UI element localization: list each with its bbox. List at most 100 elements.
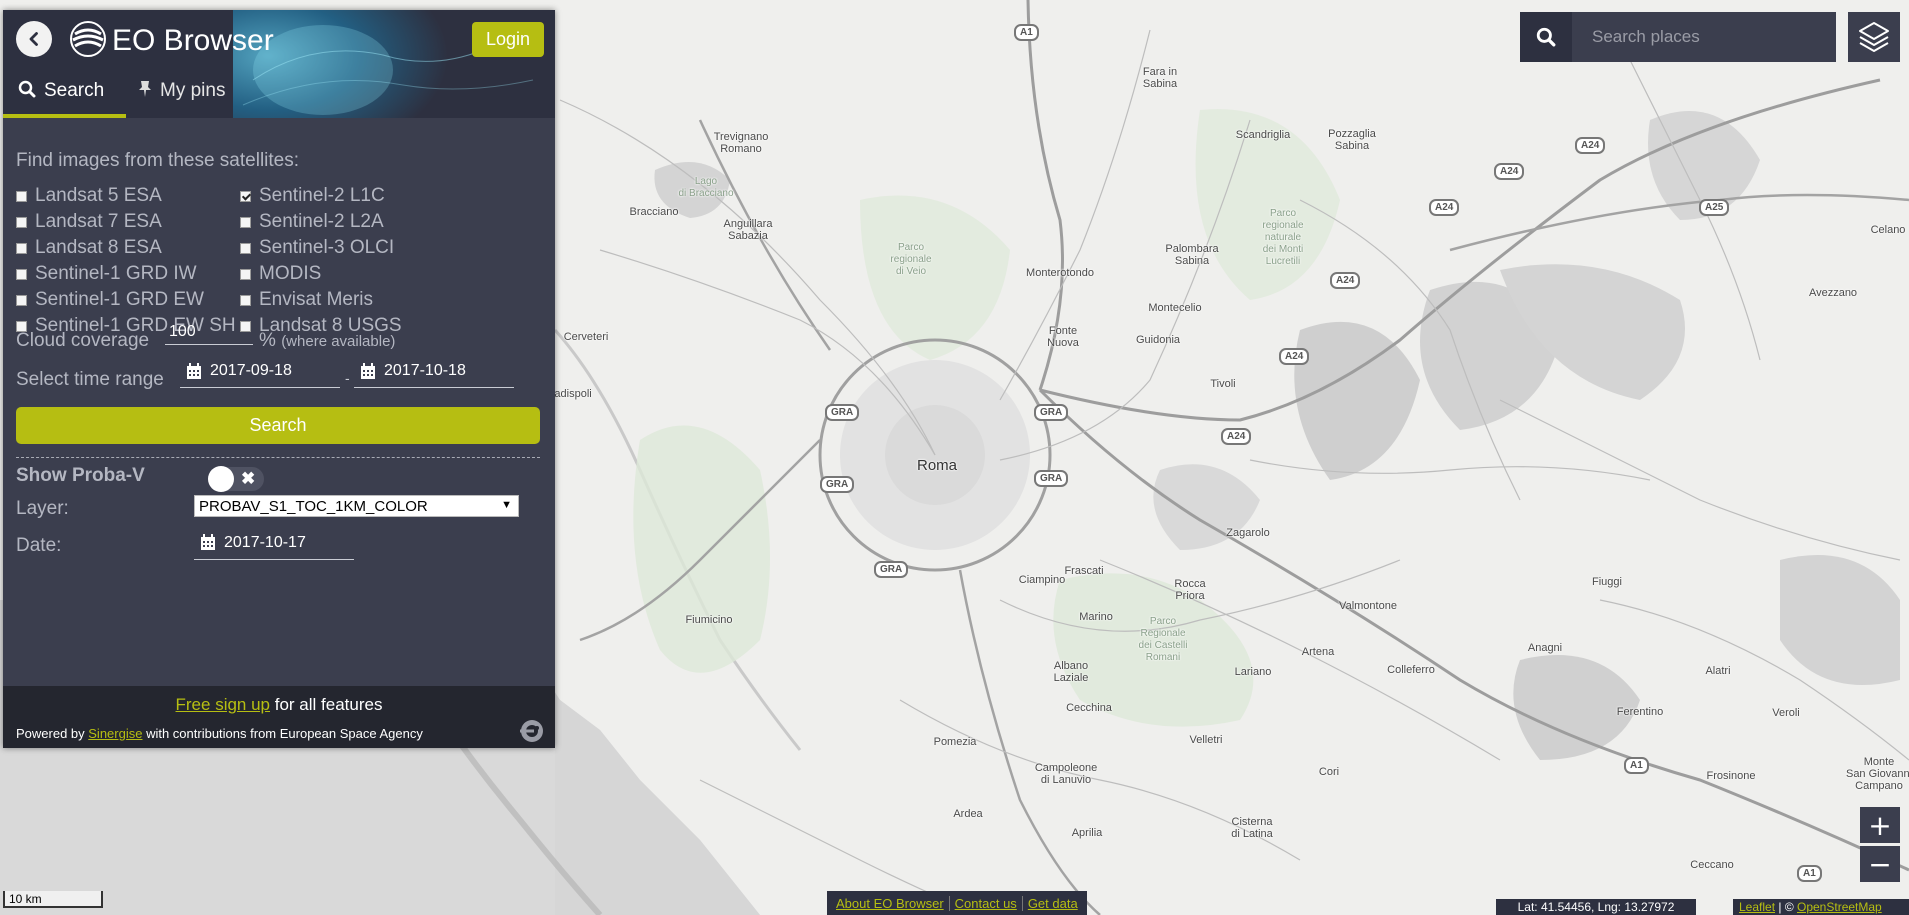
map-place-label: Parco regionale di Veio bbox=[890, 242, 932, 277]
satellite-label: Sentinel-1 GRD EW bbox=[35, 289, 204, 310]
date-to-field[interactable]: 2017-10-18 bbox=[354, 355, 514, 388]
satellite-checkbox[interactable] bbox=[240, 190, 251, 202]
satellite-checkbox[interactable] bbox=[16, 268, 27, 280]
satellite-list-right: Sentinel-2 L1C Sentinel-2 L2A Sentinel-3 O… bbox=[240, 183, 402, 339]
map-place-label: Fonte Nuova bbox=[1047, 325, 1079, 349]
sinergise-link[interactable]: Sinergise bbox=[88, 726, 142, 741]
map-place-label: Albano Laziale bbox=[1053, 660, 1089, 684]
satellite-label: MODIS bbox=[259, 263, 322, 284]
map-place-label: Colleferro bbox=[1387, 664, 1435, 676]
section-divider bbox=[16, 457, 540, 458]
get-data-link[interactable]: Get data bbox=[1023, 896, 1083, 911]
map-place-label: Valmontone bbox=[1339, 600, 1397, 612]
panel-header: EO Browser Login Search My pins bbox=[3, 10, 555, 118]
map-place-label: Anagni bbox=[1527, 642, 1563, 654]
layer-select-value: PROBAV_S1_TOC_1KM_COLOR bbox=[199, 497, 428, 515]
proba-v-toggle[interactable]: ✖ bbox=[204, 464, 268, 494]
panel-footer: Free sign up for all features Powered by… bbox=[3, 686, 555, 748]
map-place-label: Cerveteri bbox=[563, 331, 609, 343]
leaflet-link[interactable]: Leaflet bbox=[1739, 900, 1775, 914]
cloud-coverage-input[interactable] bbox=[165, 319, 253, 345]
map-place-label: Ferentino bbox=[1616, 706, 1664, 718]
back-button[interactable] bbox=[16, 21, 52, 57]
map-place-label: Ardea bbox=[953, 808, 983, 820]
map-place-label: Roma bbox=[916, 457, 958, 474]
map-place-label: Pomezia bbox=[933, 736, 977, 748]
satellite-option[interactable]: Sentinel-1 GRD IW bbox=[16, 261, 236, 287]
satellite-list-left: Landsat 5 ESA Landsat 7 ESA Landsat 8 ESA S… bbox=[16, 183, 236, 339]
search-icon[interactable] bbox=[1520, 12, 1572, 62]
map-place-label: Anguillara Sabazia bbox=[723, 218, 773, 242]
satellite-option[interactable]: Sentinel-2 L1C bbox=[240, 183, 402, 209]
login-button[interactable]: Login bbox=[472, 22, 544, 57]
satellite-label: Sentinel-3 OLCI bbox=[259, 237, 395, 258]
chevron-left-icon bbox=[29, 32, 38, 46]
satellite-checkbox[interactable] bbox=[240, 216, 251, 228]
signup-line: Free sign up for all features bbox=[3, 695, 555, 715]
road-shield: A24 bbox=[1221, 428, 1252, 445]
close-icon: ✖ bbox=[241, 469, 256, 488]
map-place-label: Frosinone bbox=[1706, 770, 1756, 782]
satellite-option[interactable]: Sentinel-2 L2A bbox=[240, 209, 402, 235]
zoom-out-button[interactable]: − bbox=[1860, 846, 1900, 882]
map-place-label: Lariano bbox=[1234, 666, 1272, 678]
road-shield: GRA bbox=[1034, 470, 1069, 487]
date-from-field[interactable]: 2017-09-18 bbox=[180, 355, 340, 388]
satellite-label: Sentinel-2 L2A bbox=[259, 211, 384, 232]
map-place-label: Aprilia bbox=[1071, 827, 1103, 839]
map-place-label: Cori bbox=[1318, 766, 1340, 778]
map-place-label: Zagarolo bbox=[1226, 527, 1270, 539]
free-signup-link[interactable]: Free sign up bbox=[176, 695, 271, 714]
satellite-checkbox[interactable] bbox=[240, 242, 251, 254]
map-place-label: Velletri bbox=[1189, 734, 1223, 746]
search-icon bbox=[18, 80, 36, 98]
search-button[interactable]: Search bbox=[16, 407, 540, 444]
satellite-option[interactable]: Envisat Meris bbox=[240, 287, 402, 313]
satellite-option[interactable]: Landsat 7 ESA bbox=[16, 209, 236, 235]
satellite-option[interactable]: MODIS bbox=[240, 261, 402, 287]
map-place-label: Celano bbox=[1870, 224, 1906, 236]
satellite-checkbox[interactable] bbox=[16, 216, 27, 228]
road-shield: A24 bbox=[1494, 163, 1525, 180]
map-place-label: Cecchina bbox=[1066, 702, 1112, 714]
satellite-checkbox[interactable] bbox=[240, 294, 251, 306]
contact-link[interactable]: Contact us bbox=[950, 895, 1023, 911]
satellite-option[interactable]: Sentinel-3 OLCI bbox=[240, 235, 402, 261]
satellite-checkbox[interactable] bbox=[16, 294, 27, 306]
about-link[interactable]: About EO Browser bbox=[831, 895, 950, 911]
map-place-label: Avezzano bbox=[1808, 287, 1858, 299]
road-shield: A24 bbox=[1330, 272, 1361, 289]
satellite-checkbox[interactable] bbox=[240, 268, 251, 280]
road-shield: GRA bbox=[825, 404, 860, 421]
date-from-value: 2017-09-18 bbox=[210, 362, 292, 379]
proba-v-label: Show Proba-V bbox=[16, 465, 145, 486]
map-place-label: Frascati bbox=[1064, 565, 1104, 577]
place-search-bar bbox=[1520, 12, 1836, 62]
openstreetmap-link[interactable]: OpenStreetMap bbox=[1797, 900, 1882, 914]
layers-button[interactable] bbox=[1848, 12, 1900, 62]
map-place-label: Campoleone di Lanuvio bbox=[1034, 762, 1098, 786]
zoom-in-button[interactable]: + bbox=[1860, 807, 1900, 843]
tab-search[interactable]: Search bbox=[3, 72, 126, 118]
satellite-option[interactable]: Sentinel-1 GRD EW bbox=[16, 287, 236, 313]
satellites-heading: Find images from these satellites: bbox=[16, 150, 300, 171]
satellite-option[interactable]: Landsat 5 ESA bbox=[16, 183, 236, 209]
map-place-label: Alatri bbox=[1705, 665, 1731, 677]
powered-by-suffix: with contributions from European Space A… bbox=[142, 726, 423, 741]
map-place-label: Fara in Sabina bbox=[1142, 66, 1178, 90]
map-place-label: Rocca Priora bbox=[1174, 578, 1206, 602]
percent-sign: % bbox=[259, 330, 276, 351]
layer-select[interactable]: PROBAV_S1_TOC_1KM_COLOR ▼ bbox=[194, 495, 519, 517]
proba-date-field[interactable]: 2017-10-17 bbox=[194, 526, 354, 560]
satellite-checkbox[interactable] bbox=[16, 242, 27, 254]
map-place-label: Tivoli bbox=[1210, 378, 1236, 390]
map-place-label: Pozzaglia Sabina bbox=[1328, 128, 1376, 152]
satellite-option[interactable]: Landsat 8 ESA bbox=[16, 235, 236, 261]
time-range-label: Select time range bbox=[16, 369, 164, 390]
tab-my-pins[interactable]: My pins bbox=[138, 72, 258, 118]
cloud-coverage-note: (where available) bbox=[281, 333, 396, 350]
calendar-icon bbox=[200, 534, 216, 551]
satellite-checkbox[interactable] bbox=[16, 190, 27, 202]
cloud-coverage-label: Cloud coverage bbox=[16, 330, 150, 351]
search-places-input[interactable] bbox=[1572, 12, 1836, 62]
